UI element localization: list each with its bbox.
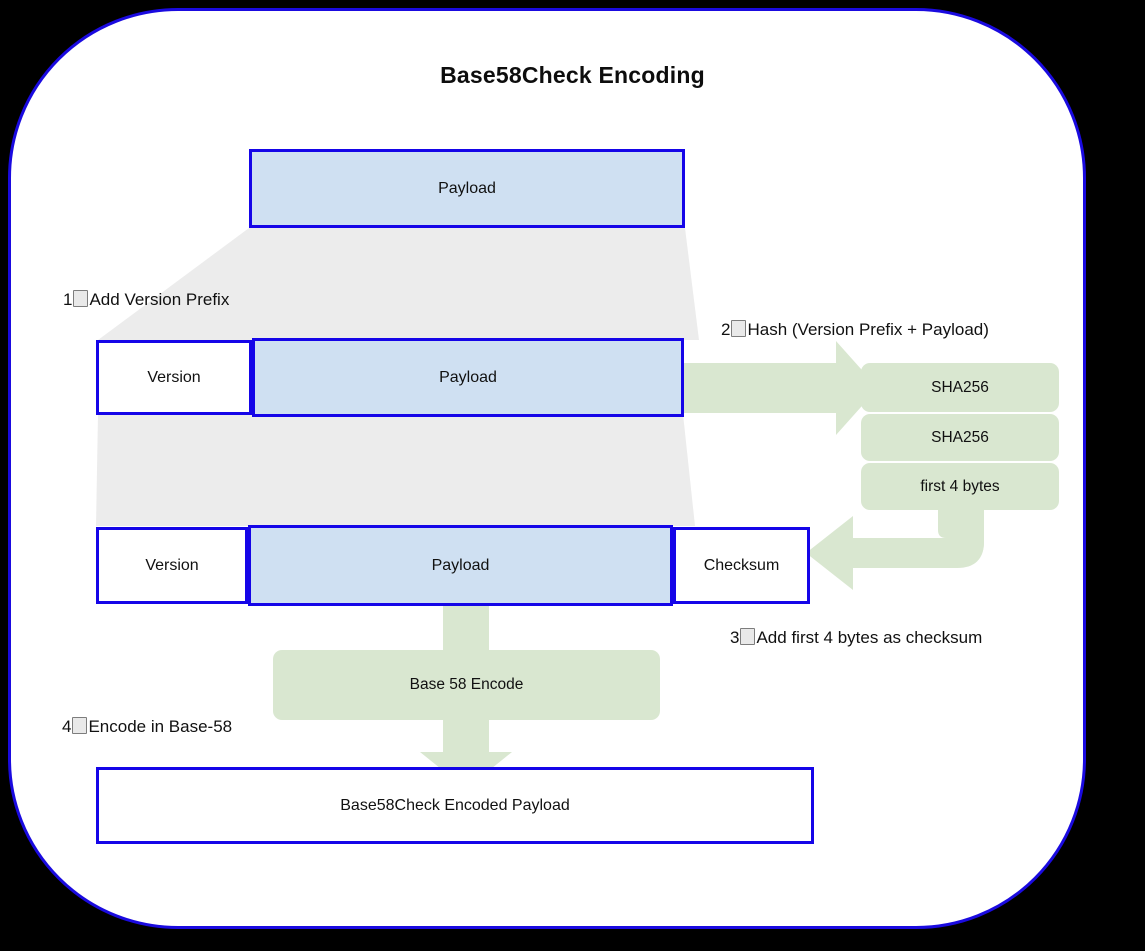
arrow-first4-to-checksum [806, 510, 984, 590]
version-box-row2-label: Version [147, 368, 201, 386]
sha256-box-2: SHA256 [861, 414, 1059, 461]
step-2-missing-glyph-icon [731, 320, 747, 337]
step-2-text: Hash (Version Prefix + Payload) [747, 320, 989, 339]
step-1-missing-glyph-icon [73, 290, 89, 307]
first-4-bytes-box-label: first 4 bytes [920, 477, 1000, 495]
connector-trapezoid-1 [98, 228, 699, 340]
step-label-4: 4 Encode in Base-58 [62, 717, 232, 737]
payload-box-row1-label: Payload [438, 179, 496, 197]
diagram-content-layer: Base58Check Encoding Payload Version Pay… [0, 0, 1145, 951]
step-1-number: 1 [63, 290, 73, 309]
step-label-1: 1 Add Version Prefix [63, 290, 229, 310]
sha256-box-1-label: SHA256 [931, 378, 989, 396]
arrow-to-base58 [443, 604, 489, 650]
payload-box-row3: Payload [248, 525, 673, 606]
output-box-label: Base58Check Encoded Payload [340, 796, 570, 814]
version-box-row2: Version [96, 340, 252, 415]
version-box-row3-label: Version [145, 556, 199, 574]
step-2-number: 2 [721, 320, 731, 339]
output-box: Base58Check Encoded Payload [96, 767, 814, 844]
payload-box-row3-label: Payload [431, 556, 490, 574]
page-title: Base58Check Encoding [440, 62, 705, 88]
checksum-box-row3-label: Checksum [703, 556, 780, 574]
step-4-missing-glyph-icon [72, 717, 88, 734]
sha256-box-1: SHA256 [861, 363, 1059, 412]
payload-box-row2-label: Payload [439, 368, 497, 386]
sha256-box-2-label: SHA256 [931, 428, 989, 446]
payload-box-row2: Payload [252, 338, 684, 417]
first-4-bytes-box: first 4 bytes [861, 463, 1059, 510]
arrow-first4-elbow-body [862, 508, 984, 566]
arrow-to-hash [683, 341, 878, 435]
diagram-canvas: Base58Check Encoding Payload Version Pay… [0, 0, 1145, 951]
step-3-text: Add first 4 bytes as checksum [756, 628, 983, 647]
step-3-number: 3 [730, 628, 740, 647]
checksum-box-row3: Checksum [673, 527, 810, 604]
step-3-missing-glyph-icon [740, 628, 756, 645]
step-4-number: 4 [62, 717, 72, 736]
connector-trapezoid-2 [96, 414, 695, 526]
base58-encode-box-label: Base 58 Encode [409, 676, 524, 693]
version-box-row3: Version [96, 527, 248, 604]
step-label-2: 2 Hash (Version Prefix + Payload) [721, 320, 989, 340]
base58-encode-box: Base 58 Encode [273, 650, 660, 720]
step-label-3: 3 Add first 4 bytes as checksum [730, 628, 982, 648]
step-1-text: Add Version Prefix [89, 290, 230, 309]
payload-box-row1: Payload [249, 149, 685, 228]
step-4-text: Encode in Base-58 [88, 717, 233, 736]
